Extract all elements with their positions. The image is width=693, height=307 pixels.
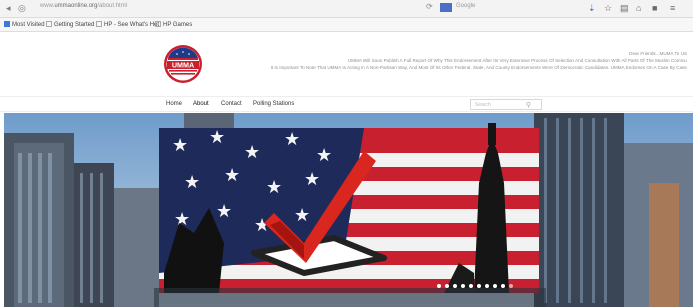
svg-text:★: ★	[284, 129, 300, 150]
bookmark-label: HP Games	[163, 22, 193, 28]
svg-text:★: ★	[266, 177, 282, 198]
bookmark-label: Getting Started	[54, 22, 95, 28]
browser-window: { "browser": { "back_icon": "back-arrow-…	[0, 0, 693, 307]
bookmark-hp-games[interactable]: HP Games	[155, 20, 192, 30]
nav-about[interactable]: About	[193, 101, 209, 107]
page-icon	[46, 21, 52, 27]
announcement-line: UMMA Will Soon Publish A Full Report Of …	[347, 58, 687, 63]
svg-text:★: ★	[216, 201, 232, 222]
url-domain: ummaonline.org	[54, 3, 98, 9]
web-page: UMMA Dear Friends...MUMA To US UMMA Will…	[0, 32, 693, 307]
download-icon[interactable]: ⇣	[588, 2, 596, 14]
nav-contact[interactable]: Contact	[221, 101, 242, 107]
logo-text: UMMA	[172, 61, 194, 70]
bookmark-label: Most Visited	[12, 22, 45, 28]
slider-dot[interactable]	[461, 284, 465, 288]
announcement-line: It Is Important To Note That UMMA Is Act…	[270, 65, 687, 70]
svg-text:★: ★	[304, 169, 320, 190]
site-search-input[interactable]: Search ⚲	[470, 99, 542, 110]
announcement-line: Dear Friends...MUMA To US	[629, 51, 687, 56]
slider-dot[interactable]	[445, 284, 449, 288]
reload-icon[interactable]: ⟳	[426, 2, 433, 11]
slider-dot[interactable]	[453, 284, 457, 288]
home-icon[interactable]: ⌂	[636, 2, 641, 14]
slider-dot[interactable]	[485, 284, 489, 288]
search-placeholder: Search	[475, 102, 491, 108]
slider-dot[interactable]	[493, 284, 497, 288]
menu-icon[interactable]: ≡	[670, 2, 675, 14]
identity-icon[interactable]: ◎	[18, 2, 26, 14]
bookmark-most-visited[interactable]: Most Visited	[4, 20, 45, 30]
back-arrow-icon[interactable]: ◂	[6, 2, 11, 14]
nav-polling-stations[interactable]: Polling Stations	[253, 101, 294, 107]
svg-text:★: ★	[224, 165, 240, 186]
svg-text:★: ★	[316, 145, 332, 166]
nav-home[interactable]: Home	[166, 101, 182, 107]
gear-icon	[4, 21, 10, 27]
library-icon[interactable]: ▤	[620, 2, 629, 14]
url-field[interactable]: www.ummaonline.org/about.html	[40, 3, 127, 9]
slider-dot[interactable]	[477, 284, 481, 288]
slider-dot[interactable]	[509, 284, 513, 288]
svg-text:★: ★	[294, 205, 310, 226]
browser-search-input[interactable]: Google	[456, 3, 475, 9]
bookmark-label: HP - See What's Hot	[104, 22, 160, 28]
slider-pagination	[437, 284, 527, 290]
main-nav: Home About Contact Polling Stations Sear…	[0, 96, 693, 112]
hero-banner: ★ ★ ★ ★ ★ ★ ★ ★ ★ ★ ★ ★ ★	[4, 113, 693, 307]
url-path: /about.html	[97, 3, 128, 9]
svg-text:★: ★	[244, 142, 260, 163]
address-toolbar: ◂ ◎ www.ummaonline.org/about.html ⟳ Goog…	[0, 0, 693, 18]
svg-text:★: ★	[184, 172, 200, 193]
bookmark-getting-started[interactable]: Getting Started	[46, 20, 94, 30]
svg-text:★: ★	[172, 135, 188, 156]
search-engine-icon[interactable]	[440, 3, 452, 12]
slider-dot[interactable]	[501, 284, 505, 288]
search-icon[interactable]: ⚲	[526, 101, 531, 109]
slider-dot[interactable]	[437, 284, 441, 288]
page-icon	[96, 21, 102, 27]
extension-icon[interactable]: ■	[652, 2, 657, 14]
page-icon	[155, 21, 161, 27]
bookmark-star-icon[interactable]: ☆	[604, 2, 612, 14]
url-prefix: www.	[40, 3, 55, 9]
header-announcement: Dear Friends...MUMA To US UMMA Will Soon…	[197, 50, 687, 71]
svg-text:★: ★	[209, 127, 225, 148]
bookmark-hp-whats-hot[interactable]: HP - See What's Hot	[96, 20, 159, 30]
slider-dot[interactable]	[469, 284, 473, 288]
bookmarks-bar: Most Visited Getting Started HP - See Wh…	[0, 18, 693, 32]
